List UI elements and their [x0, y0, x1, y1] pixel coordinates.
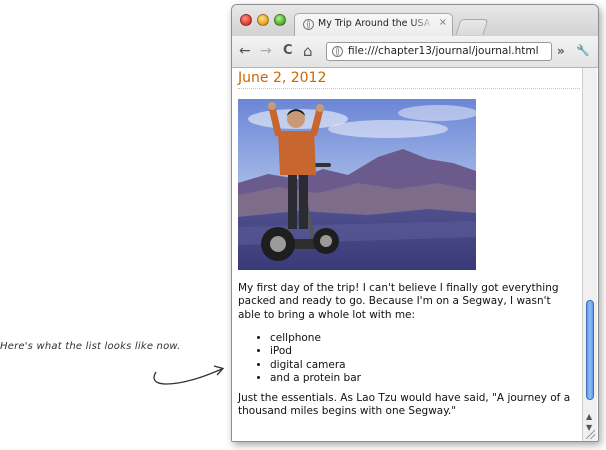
entry-date-heading: June 2, 2012	[238, 70, 580, 89]
wrench-icon[interactable]: 🔧	[576, 43, 590, 59]
address-text[interactable]: file:///chapter13/journal/journal.html	[348, 45, 539, 57]
page-info-globe-icon	[332, 46, 343, 57]
annotation-text: Here's what the list looks like now.	[0, 341, 181, 352]
toolbar: ← → C ⌂ file:///chapter13/journal/journa…	[232, 36, 598, 68]
new-tab-button[interactable]	[455, 19, 489, 35]
reload-button[interactable]: C	[283, 43, 293, 59]
resize-grip-icon[interactable]	[586, 430, 595, 439]
list-item: iPod	[270, 345, 361, 358]
annotation-arrow-icon	[153, 365, 225, 385]
page-content: June 2, 2012 My first day of the trip! I…	[232, 68, 582, 441]
close-window-button[interactable]	[240, 14, 252, 26]
home-button[interactable]: ⌂	[303, 43, 313, 59]
scrollbar-thumb[interactable]	[586, 300, 594, 400]
list-item: and a protein bar	[270, 372, 361, 385]
zoom-window-button[interactable]	[274, 14, 286, 26]
title-bar: My Trip Around the USA on a Segway ×	[232, 5, 598, 37]
scroll-up-arrow-icon[interactable]: ▲	[586, 412, 592, 421]
browser-tab[interactable]: My Trip Around the USA on a Segway ×	[294, 13, 453, 36]
back-button[interactable]: ←	[239, 43, 251, 59]
minimize-window-button[interactable]	[257, 14, 269, 26]
entry-paragraph-2: Just the essentials. As Lao Tzu would ha…	[238, 392, 571, 418]
bookmarks-overflow-button[interactable]: »	[557, 43, 565, 59]
vertical-scrollbar[interactable]: ▲ ▼	[582, 68, 597, 441]
entry-paragraph-1: My first day of the trip! I can't believ…	[238, 282, 559, 321]
globe-icon	[303, 19, 314, 30]
forward-button[interactable]: →	[260, 43, 272, 59]
browser-window: My Trip Around the USA on a Segway × ← →…	[231, 4, 599, 442]
tab-close-icon[interactable]: ×	[439, 17, 447, 29]
list-item: digital camera	[270, 359, 361, 372]
list-item: cellphone	[270, 332, 361, 345]
packing-list: cellphone iPod digital camera and a prot…	[238, 332, 361, 385]
address-bar[interactable]: file:///chapter13/journal/journal.html	[326, 42, 552, 61]
tab-title: My Trip Around the USA on a Segway	[318, 18, 434, 29]
segway-photo	[238, 99, 476, 270]
